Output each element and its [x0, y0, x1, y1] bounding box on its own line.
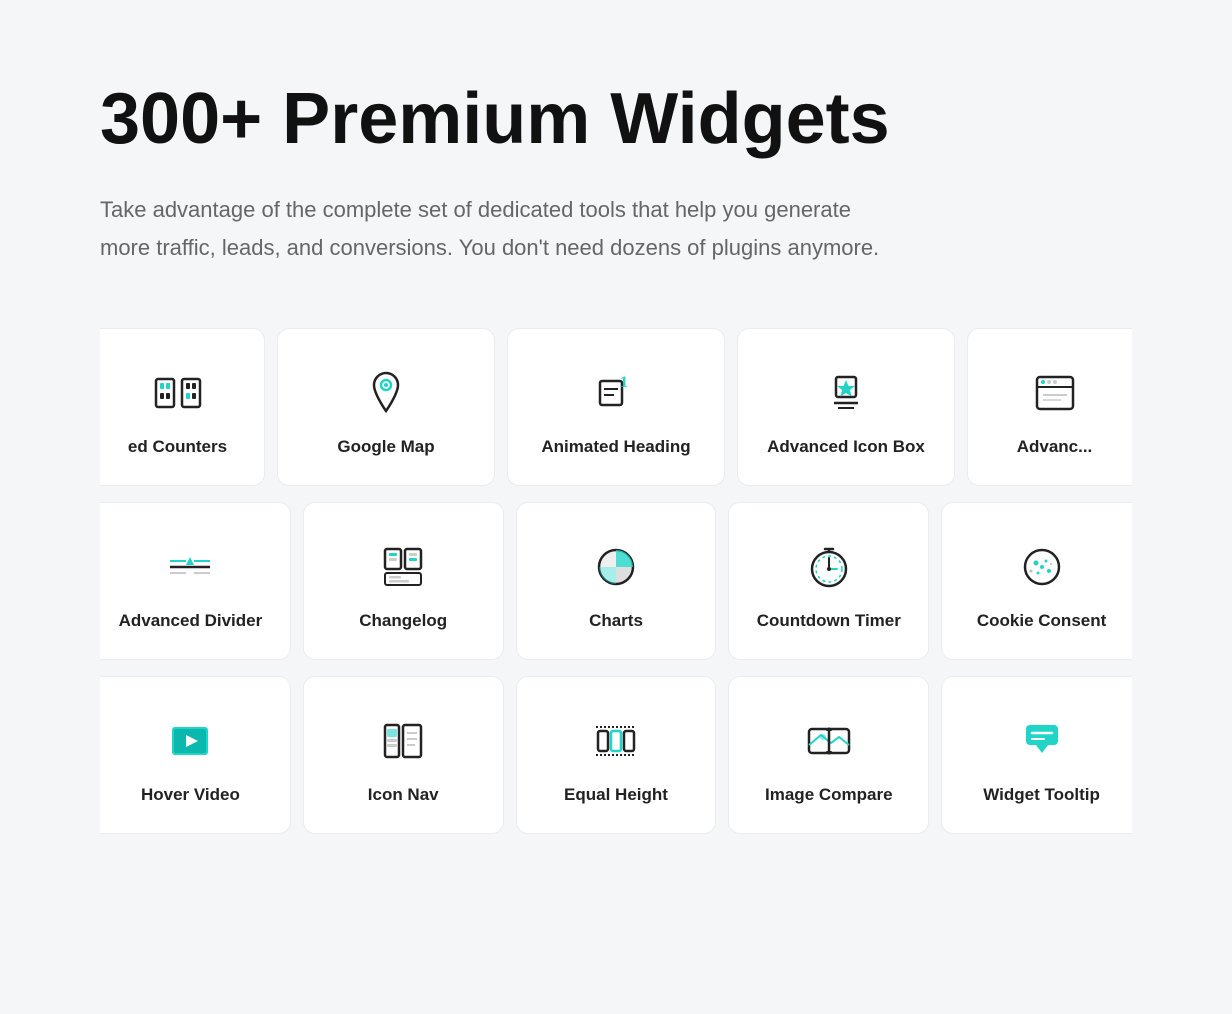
- widget-label-countdown-timer: Countdown Timer: [757, 611, 901, 631]
- animated-heading-icon: 1: [588, 365, 644, 421]
- widget-card-hover-video[interactable]: Hover Video: [100, 676, 291, 834]
- widget-label-equal-height: Equal Height: [564, 785, 668, 805]
- widget-card-advanced-divider[interactable]: Advanced Divider: [100, 502, 291, 660]
- counters-icon: [150, 365, 206, 421]
- icon-nav-icon: [375, 713, 431, 769]
- charts-icon: [588, 539, 644, 595]
- widget-label-hover-video: Hover Video: [141, 785, 240, 805]
- widget-label-advanced-icon-box: Advanced Icon Box: [767, 437, 925, 457]
- widget-card-advanced-icon-box[interactable]: Advanced Icon Box: [737, 328, 955, 486]
- page-title: 300+ Premium Widgets: [100, 80, 1132, 159]
- widget-label-advanced-counters: ed Counters: [128, 437, 227, 457]
- widget-card-icon-nav[interactable]: Icon Nav: [303, 676, 504, 834]
- advanced-x-icon: [1027, 365, 1083, 421]
- widget-card-charts[interactable]: Charts: [516, 502, 717, 660]
- map-icon: [358, 365, 414, 421]
- changelog-icon: [375, 539, 431, 595]
- widget-label-charts: Charts: [589, 611, 643, 631]
- widget-label-google-map: Google Map: [337, 437, 434, 457]
- countdown-icon: [801, 539, 857, 595]
- widget-card-google-map[interactable]: Google Map: [277, 328, 495, 486]
- widget-label-animated-heading: Animated Heading: [541, 437, 690, 457]
- widget-card-equal-height[interactable]: Equal Height: [516, 676, 717, 834]
- widget-card-image-compare[interactable]: Image Compare: [728, 676, 929, 834]
- tooltip-icon: [1014, 713, 1070, 769]
- equal-height-icon: [588, 713, 644, 769]
- divider-icon: [162, 539, 218, 595]
- hover-video-icon: [162, 713, 218, 769]
- cookie-icon: [1014, 539, 1070, 595]
- grid-row-1: ed Counters Google Map: [100, 322, 1132, 492]
- icon-box-icon: [818, 365, 874, 421]
- widget-label-cookie-consent: Cookie Consent: [977, 611, 1106, 631]
- grid-row-2: Advanced Divider: [100, 496, 1132, 666]
- widget-label-widget-tooltip: Widget Tooltip: [983, 785, 1100, 805]
- widget-card-advanced-x[interactable]: Advanc...: [967, 328, 1132, 486]
- widget-label-image-compare: Image Compare: [765, 785, 893, 805]
- widget-label-advanced-x: Advanc...: [1017, 437, 1093, 457]
- grid-row-3: Hover Video Icon Nav: [100, 670, 1132, 840]
- widget-label-icon-nav: Icon Nav: [368, 785, 439, 805]
- widgets-grid: ed Counters Google Map: [100, 322, 1132, 844]
- image-compare-icon: [801, 713, 857, 769]
- widget-label-advanced-divider: Advanced Divider: [119, 611, 263, 631]
- widget-card-widget-tooltip[interactable]: Widget Tooltip: [941, 676, 1132, 834]
- svg-text:1: 1: [620, 374, 628, 391]
- page-description: Take advantage of the complete set of de…: [100, 191, 880, 266]
- widget-card-animated-heading[interactable]: 1 Animated Heading: [507, 328, 725, 486]
- widget-card-cookie-consent[interactable]: Cookie Consent: [941, 502, 1132, 660]
- widget-card-changelog[interactable]: Changelog: [303, 502, 504, 660]
- widget-card-advanced-counters[interactable]: ed Counters: [100, 328, 265, 486]
- widget-card-countdown-timer[interactable]: Countdown Timer: [728, 502, 929, 660]
- widget-label-changelog: Changelog: [359, 611, 447, 631]
